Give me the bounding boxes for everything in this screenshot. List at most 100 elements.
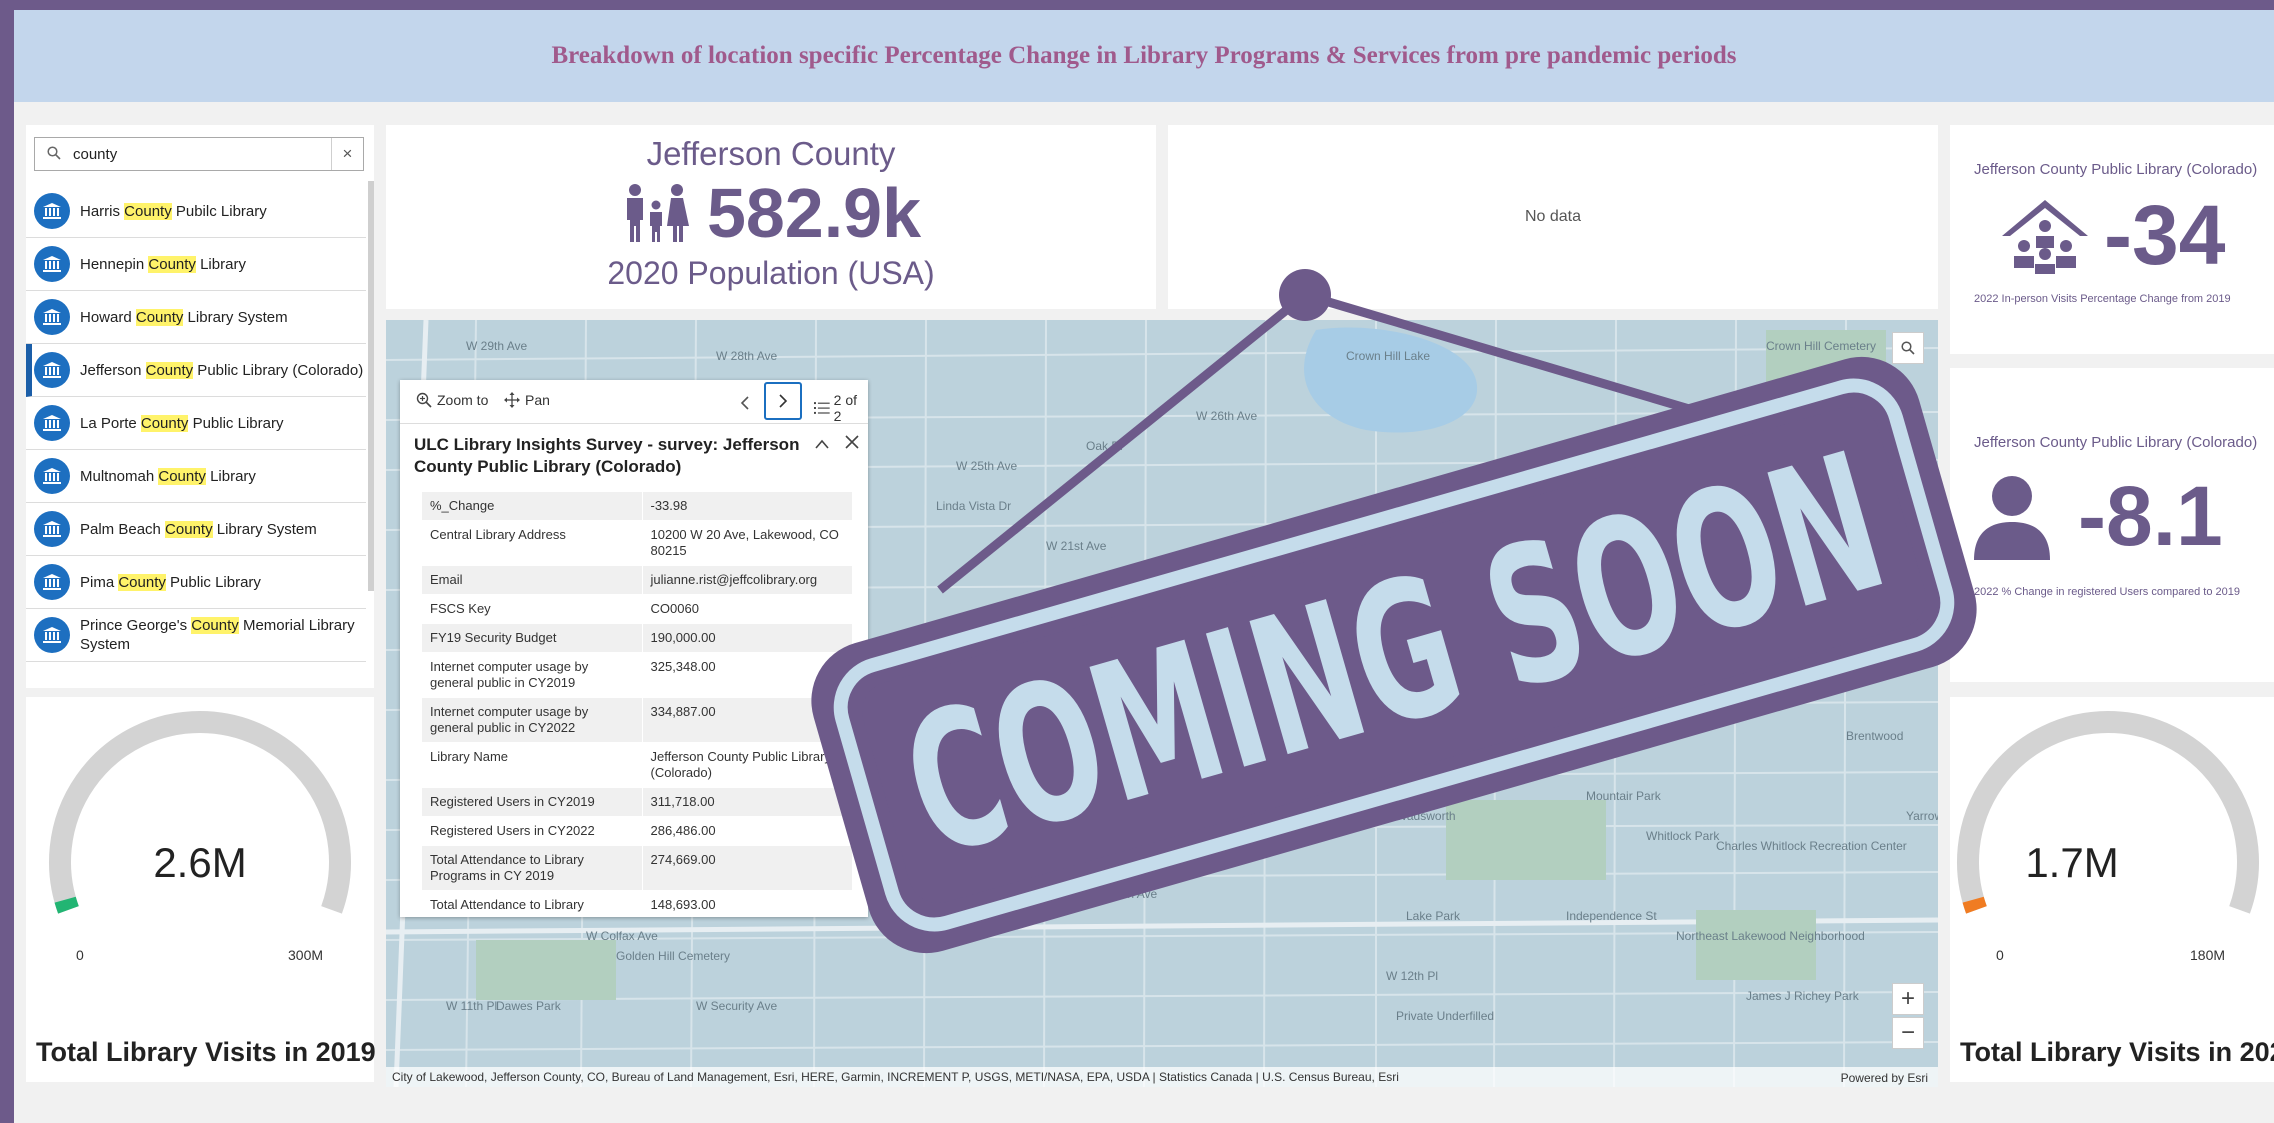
- close-icon: [845, 435, 859, 449]
- attribute-name: FY19 Security Budget: [422, 623, 643, 653]
- attribute-value: 148,693.00: [642, 890, 852, 917]
- list-item[interactable]: Pima County Public Library: [26, 556, 366, 609]
- powered-by-esri[interactable]: Powered by Esri: [1841, 1071, 1928, 1085]
- map-label: W 25th Ave: [956, 459, 1017, 473]
- gauge-title: Total Library Visits in 2019: [36, 1037, 376, 1067]
- attribute-name: Internet computer usage by general publi…: [422, 697, 643, 743]
- gauge-fill: [54, 896, 79, 914]
- list-item[interactable]: Hennepin County Library: [26, 238, 366, 291]
- map-label: W 20th Ave: [1396, 579, 1457, 593]
- page-count-label: 2 of 2: [833, 392, 858, 424]
- list-item[interactable]: Palm Beach County Library System: [26, 503, 366, 556]
- library-icon: [34, 564, 70, 600]
- library-icon: [1158, 691, 1176, 707]
- library-icon: [34, 299, 70, 335]
- close-popup-button[interactable]: [844, 430, 860, 456]
- list-item[interactable]: La Porte County Public Library: [26, 397, 366, 450]
- dashboard-title: Breakdown of location specific Percentag…: [551, 42, 1737, 69]
- list-item[interactable]: Multnomah County Library: [26, 450, 366, 503]
- map-label: Yarrow: [1906, 809, 1938, 823]
- library-icon: [34, 511, 70, 547]
- inperson-card-title: Jefferson County Public Library (Colorad…: [1974, 161, 2258, 178]
- clear-search-button[interactable]: ×: [331, 138, 363, 170]
- list-icon: [814, 402, 830, 414]
- attribute-name: Registered Users in CY2022: [422, 816, 643, 846]
- attribute-name: Central Library Address: [422, 520, 643, 566]
- library-icon: [34, 246, 70, 282]
- map-label: Crown Hill Cemetery: [1766, 339, 1876, 353]
- map-label: W 28th Ave: [716, 349, 777, 363]
- map-view[interactable]: W 29th Ave W 28th Ave W 26th Ave W 25th Ave…: [386, 320, 1938, 1087]
- county-name: Jefferson County: [646, 135, 896, 172]
- search-input[interactable]: [73, 142, 323, 166]
- zoom-out-button[interactable]: −: [1892, 1017, 1924, 1049]
- map-label: W 26th Ave: [1196, 409, 1257, 423]
- list-item[interactable]: Harris County Pubilc Library: [26, 185, 366, 238]
- gauge-value: 2.6M: [153, 839, 247, 886]
- attribute-value: 190,000.00: [642, 623, 852, 653]
- attribute-name: Total Attendance to Library Programs in …: [422, 845, 643, 891]
- chevron-right-icon: [779, 394, 788, 408]
- population-card: Jefferson County 582.9k 2020 Population …: [386, 125, 1156, 309]
- map-label: Independence St: [1566, 909, 1657, 923]
- search-box[interactable]: ×: [34, 137, 364, 171]
- map-label: Brentwood: [1846, 729, 1903, 743]
- attribute-value: 286,486.00: [642, 816, 852, 846]
- pan-button[interactable]: Pan: [504, 392, 550, 408]
- zoom-to-button[interactable]: Zoom to: [416, 392, 488, 408]
- feature-popup: Zoom to Pan 2 of 2 ULC Library Insights …: [400, 380, 868, 917]
- attribute-value: 325,348.00: [642, 652, 852, 698]
- map-label: W 29th Ave: [466, 339, 527, 353]
- gauge-max: 300M: [288, 947, 324, 963]
- nodata-text: No data: [1524, 208, 1582, 225]
- inperson-row: -34: [2000, 187, 2225, 284]
- attribute-name: Internet computer usage by general publi…: [422, 652, 643, 698]
- list-item-label: Pima County Public Library: [80, 573, 261, 591]
- search-icon: [1901, 341, 1915, 355]
- table-row: Internet computer usage by general publi…: [422, 697, 852, 743]
- gauge-visits-2022: 1.7M 0 180M Total Library Visits in 2022: [1950, 697, 2274, 1082]
- library-icon: [34, 352, 70, 388]
- map-label: W 13th Pl: [1146, 861, 1198, 875]
- collapse-popup-button[interactable]: [814, 434, 830, 455]
- list-item-label: Jefferson County Public Library (Colorad…: [80, 361, 364, 379]
- library-location-marker[interactable]: [1149, 681, 1185, 717]
- map-label: Dawes Park: [496, 999, 562, 1013]
- users-row: -8.1: [1970, 468, 2223, 565]
- pan-icon: [504, 392, 520, 408]
- map-label: Youngfield St: [1866, 469, 1937, 483]
- map-label: W 21st Ave: [1046, 539, 1107, 553]
- list-item-label: Howard County Library System: [80, 308, 288, 326]
- table-row: FSCS Key CO0060: [422, 594, 852, 624]
- feature-page-indicator[interactable]: 2 of 2: [814, 392, 868, 424]
- map-label: Private Underfilled: [1396, 1009, 1494, 1023]
- zoom-in-button[interactable]: +: [1892, 983, 1924, 1015]
- map-label: Northeast Lakewood Neighborhood: [1676, 929, 1865, 943]
- previous-feature-button[interactable]: [732, 388, 758, 418]
- attribute-value: 10200 W 20 Ave, Lakewood, CO 80215: [642, 520, 852, 566]
- list-scrollbar[interactable]: [368, 181, 374, 591]
- map-label: Wadsworth: [1396, 809, 1456, 823]
- list-item[interactable]: Jefferson County Public Library (Colorad…: [26, 344, 366, 397]
- map-search-button[interactable]: [1892, 332, 1924, 364]
- attribute-value: julianne.rist@jeffcolibrary.org: [642, 565, 852, 595]
- list-item[interactable]: Prince George's County Memorial Library …: [26, 609, 366, 662]
- library-icon: [34, 617, 70, 653]
- community-icon: [2002, 199, 2088, 274]
- inperson-caption: 2022 In-person Visits Percentage Change …: [1974, 293, 2231, 305]
- next-feature-button[interactable]: [764, 382, 802, 420]
- list-item-label: Palm Beach County Library System: [80, 520, 317, 538]
- population-caption: 2020 Population (USA): [607, 255, 935, 291]
- gauge-min: 0: [1996, 947, 2004, 963]
- users-value: -8.1: [2078, 469, 2223, 563]
- table-row: Central Library Address 10200 W 20 Ave, L…: [422, 520, 852, 566]
- table-row: Library Name Jefferson County Public Libr…: [422, 742, 852, 788]
- frame-strip-left: [0, 0, 14, 1123]
- map-label: W 17th Ave: [1506, 619, 1567, 633]
- table-row: Total Attendance to Library Programs in …: [422, 845, 852, 891]
- popup-toolbar: Zoom to Pan 2 of 2: [400, 380, 868, 424]
- library-list-panel: × Harris County Pubilc Library Hennepin C…: [26, 125, 374, 688]
- table-row: Registered Users in CY2019 311,718.00: [422, 787, 852, 817]
- table-row: FY19 Security Budget 190,000.00: [422, 623, 852, 653]
- list-item[interactable]: Howard County Library System: [26, 291, 366, 344]
